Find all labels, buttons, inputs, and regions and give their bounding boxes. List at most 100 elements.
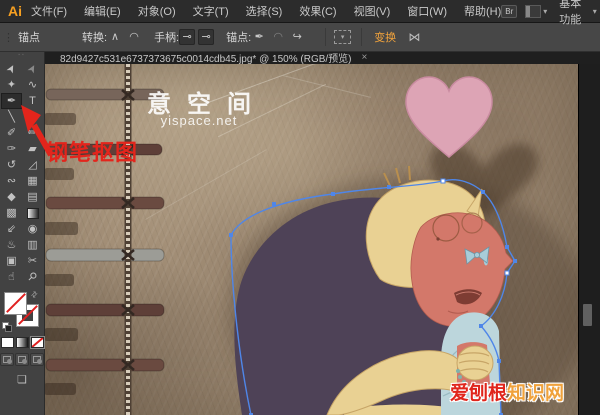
- column-graph-tool-icon: ▥: [27, 237, 37, 253]
- fill-stroke-swatches: ⇄: [0, 289, 44, 335]
- rotate-tool-icon: ↺: [7, 157, 16, 173]
- mesh-tool-icon: ▩: [6, 205, 16, 221]
- handle-icon-1[interactable]: ⊸: [198, 29, 214, 45]
- paint-style-chips: [0, 337, 44, 348]
- anchor-point-label: 锚点: [18, 29, 40, 45]
- color-chip[interactable]: [1, 337, 14, 348]
- menu-item-1[interactable]: 编辑(E): [84, 3, 121, 19]
- paintbrush-tool[interactable]: ✐: [1, 125, 22, 141]
- draw-inside-mode[interactable]: [30, 353, 44, 366]
- swap-fill-stroke-icon[interactable]: ⇄: [29, 289, 40, 300]
- opacity-dropdown[interactable]: ▾: [334, 30, 351, 44]
- menu-item-4[interactable]: 选择(S): [246, 3, 283, 19]
- pencil-tool[interactable]: ✏: [22, 125, 43, 141]
- draw-behind-mode[interactable]: [15, 353, 29, 366]
- draw-normal-mode[interactable]: [0, 353, 14, 366]
- menubar-right: Br ▾ 基本功能 ▾ – ▢: [501, 0, 600, 27]
- perspective-grid-tool[interactable]: ▤: [22, 189, 43, 205]
- rotate-tool[interactable]: ↺: [1, 157, 22, 173]
- eyedropper-tool-icon: ⇙: [7, 221, 16, 237]
- arrange-documents-icon: [525, 5, 541, 18]
- scale-tool-icon: ◿: [28, 157, 36, 173]
- convert-anchor-icon-0[interactable]: ∧: [107, 29, 123, 45]
- eyedropper-tool[interactable]: ⇙: [1, 221, 22, 237]
- selection-tool[interactable]: ➤: [1, 61, 22, 77]
- close-icon[interactable]: ×: [362, 52, 368, 63]
- gradient-chip[interactable]: [16, 337, 29, 348]
- drawing-modes: [0, 353, 44, 366]
- handle-icon-0[interactable]: ⊸: [179, 29, 195, 45]
- anchor-icon-0[interactable]: ✒: [251, 29, 267, 45]
- artboard-canvas[interactable]: 意空间 yispace.net 爱刨根知识网: [44, 64, 578, 415]
- artboard-tool-icon: ▣: [6, 253, 16, 269]
- workspace-switcher[interactable]: 基本功能: [559, 0, 584, 27]
- symbol-sprayer-tool-icon: ♨: [7, 237, 17, 253]
- lasso-tool-icon: ∿: [28, 77, 37, 93]
- width-tool[interactable]: ∾: [1, 173, 22, 189]
- type-tool[interactable]: T: [22, 93, 43, 109]
- none-chip[interactable]: [31, 337, 44, 348]
- line-segment-tool-icon: ╲: [8, 109, 15, 125]
- menu-item-0[interactable]: 文件(F): [31, 3, 67, 19]
- rectangle-tool[interactable]: ▭: [22, 109, 43, 125]
- anchor-icon-2[interactable]: ↪: [289, 29, 305, 45]
- shape-builder-tool-icon: ◆: [7, 189, 15, 205]
- pink-heart: [406, 77, 492, 157]
- gradient-tool[interactable]: [22, 205, 43, 221]
- chevron-down-icon: ▾: [341, 33, 345, 41]
- handle-icons: ⊸⊸: [179, 29, 214, 45]
- menu-item-5[interactable]: 效果(C): [299, 3, 336, 19]
- fill-swatch[interactable]: [4, 292, 27, 315]
- scrollbar-thumb[interactable]: [583, 304, 592, 326]
- mesh-tool[interactable]: ▩: [1, 205, 22, 221]
- menu-item-3[interactable]: 文字(T): [193, 3, 229, 19]
- hand-tool-icon: ☝: [8, 269, 15, 285]
- arrange-documents-button[interactable]: ▾: [525, 5, 547, 18]
- pen-tool-icon: ✒: [7, 93, 16, 109]
- transform-link[interactable]: 变换: [374, 29, 396, 45]
- chevron-down-icon: ▾: [543, 7, 547, 16]
- corner-watermark-orange: 知识网: [507, 383, 564, 404]
- tools-grid: ➤➤✦ ∿ ✒ T ╲ ▭✐✏✑ ▰ ↺ ◿ ∾▦ ◆ ▤ ▩⇙ ◉ ♨ ▥ ▣ ✂ ☝ ⚲: [0, 61, 44, 285]
- line-segment-tool[interactable]: ╲: [1, 109, 22, 125]
- document-zoom-level: @ 150%: [259, 54, 298, 65]
- selection-tool-icon: ➤: [2, 61, 20, 77]
- document-filename: 82d9427c531e6737373675c0014cdb45.jpg*: [60, 54, 256, 65]
- bounding-box-icon[interactable]: ⋈: [408, 30, 420, 44]
- vertical-scrollbar[interactable]: [578, 64, 600, 415]
- blob-brush-tool[interactable]: ✑: [1, 141, 22, 157]
- shape-builder-tool[interactable]: ◆: [1, 189, 22, 205]
- blend-tool[interactable]: ◉: [22, 221, 43, 237]
- direct-selection-tool-icon: ➤: [23, 61, 41, 77]
- eraser-tool-icon: ▰: [28, 141, 36, 157]
- default-fill-stroke-icon[interactable]: [2, 322, 11, 331]
- separator: [361, 28, 362, 46]
- convert-anchor-icon-1[interactable]: ◠: [126, 29, 142, 45]
- free-transform-tool[interactable]: ▦: [22, 173, 43, 189]
- bridge-button[interactable]: Br: [501, 5, 517, 18]
- corner-watermark: 爱刨根知识网: [450, 378, 564, 405]
- menu-item-6[interactable]: 视图(V): [354, 3, 391, 19]
- menu-item-7[interactable]: 窗口(W): [407, 3, 447, 19]
- corner-watermark-red: 爱刨根: [450, 383, 507, 404]
- slice-tool-icon: ✂: [28, 253, 37, 269]
- screen-mode-button[interactable]: ❏: [0, 373, 44, 386]
- anchor-icon-1[interactable]: ◠: [270, 29, 286, 45]
- direct-selection-tool[interactable]: ➤: [22, 61, 43, 77]
- column-graph-tool[interactable]: ▥: [22, 237, 43, 253]
- zoom-tool[interactable]: ⚲: [22, 269, 43, 285]
- pen-tool[interactable]: ✒: [1, 93, 22, 109]
- eraser-tool[interactable]: ▰: [22, 141, 43, 157]
- artboard-tool[interactable]: ▣: [1, 253, 22, 269]
- scale-tool[interactable]: ◿: [22, 157, 43, 173]
- menu-bar: Ai 文件(F)编辑(E)对象(O)文字(T)选择(S)效果(C)视图(V)窗口…: [0, 0, 600, 23]
- lasso-tool[interactable]: ∿: [22, 77, 43, 93]
- hand-tool[interactable]: ☝: [1, 269, 22, 285]
- menu-item-2[interactable]: 对象(O): [138, 3, 176, 19]
- annotation-text: 钢笔抠图: [46, 135, 138, 167]
- slice-tool[interactable]: ✂: [22, 253, 43, 269]
- symbol-sprayer-tool[interactable]: ♨: [1, 237, 22, 253]
- menu-item-8[interactable]: 帮助(H): [464, 3, 501, 19]
- magic-wand-tool[interactable]: ✦: [1, 77, 22, 93]
- handles-label: 手柄:: [154, 29, 179, 45]
